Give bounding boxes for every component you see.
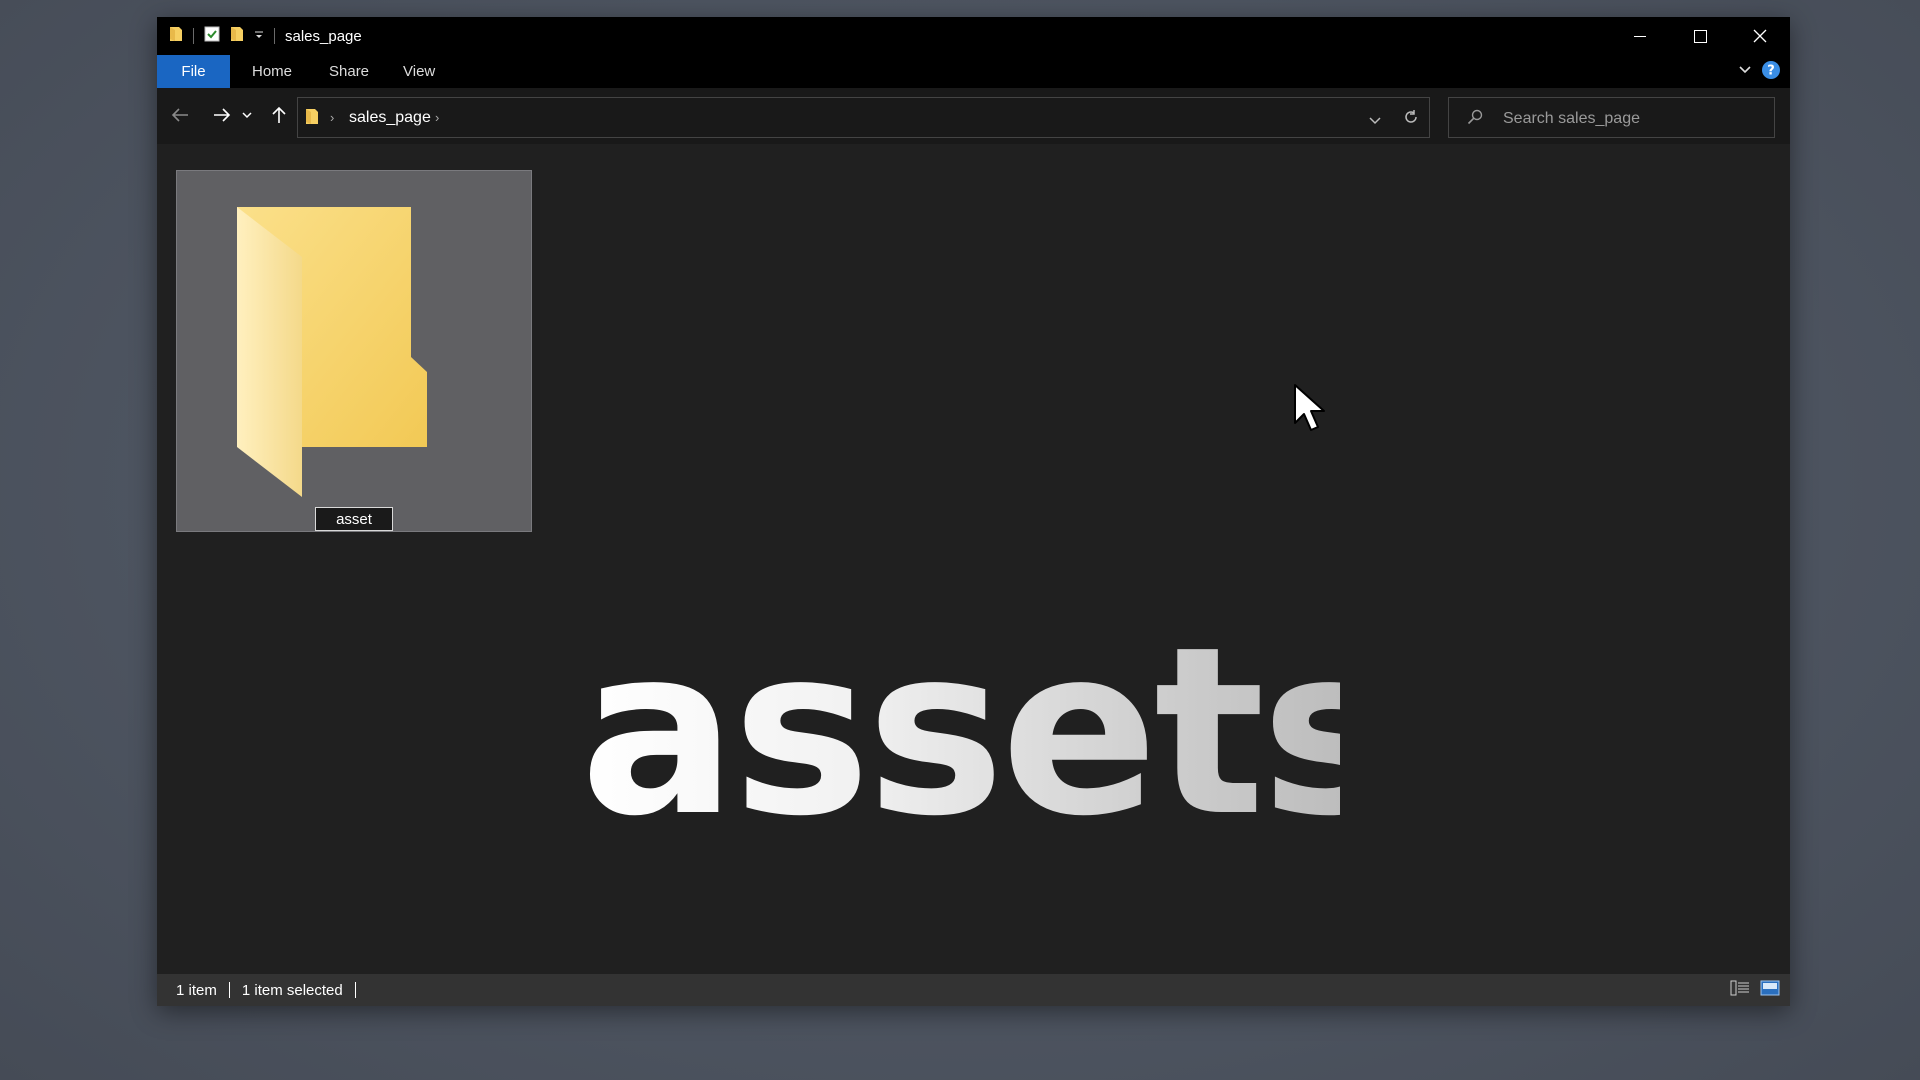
recent-locations-icon[interactable]	[240, 103, 254, 127]
breadcrumb-chevron-icon[interactable]: ›	[435, 98, 439, 137]
svg-text:?: ?	[1767, 64, 1775, 79]
search-box[interactable]	[1448, 97, 1775, 139]
folder-icon	[169, 26, 183, 47]
view-switcher	[1730, 980, 1780, 1000]
minimize-button[interactable]	[1610, 17, 1670, 55]
ribbon-tabs: File Home Share View ?	[157, 55, 1790, 88]
breadcrumb[interactable]: sales_page	[349, 98, 431, 137]
quick-access-toolbar: sales_page	[157, 17, 362, 55]
search-icon	[1467, 109, 1483, 130]
maximize-button[interactable]	[1670, 17, 1730, 55]
search-input[interactable]	[1501, 98, 1765, 139]
folder-icon	[305, 108, 319, 130]
window-controls	[1610, 17, 1790, 55]
separator	[193, 28, 194, 44]
mouse-pointer-icon	[1293, 383, 1327, 438]
status-bar: 1 item 1 item selected	[157, 974, 1790, 1006]
large-icons-view-icon[interactable]	[1760, 980, 1780, 1000]
address-history-dropdown-icon[interactable]	[1369, 112, 1381, 130]
selection-count: 1 item selected	[241, 981, 343, 999]
forward-button[interactable]	[210, 103, 234, 127]
overlay-caption: assets	[580, 597, 1399, 867]
status-separator	[228, 982, 230, 998]
ribbon-right-controls: ?	[1738, 61, 1780, 84]
title-bar: sales_page	[157, 17, 1790, 55]
item-count: 1 item	[176, 981, 217, 999]
file-explorer-window: sales_page File Home Share View ? › sale…	[157, 17, 1790, 1006]
tab-share[interactable]: Share	[309, 55, 389, 88]
navigation-bar: › sales_page ›	[157, 88, 1790, 144]
help-icon[interactable]: ?	[1762, 61, 1780, 84]
close-button[interactable]	[1730, 17, 1790, 55]
back-button[interactable]	[168, 103, 192, 127]
separator	[274, 28, 275, 44]
status-separator	[354, 982, 356, 998]
customize-dropdown-icon[interactable]	[254, 27, 264, 45]
tab-home[interactable]: Home	[232, 55, 312, 88]
rename-field[interactable]	[315, 507, 393, 531]
refresh-icon[interactable]	[1403, 109, 1419, 130]
details-view-icon[interactable]	[1730, 980, 1750, 1000]
breadcrumb-chevron-icon: ›	[330, 110, 335, 125]
address-bar[interactable]: › sales_page ›	[297, 97, 1430, 138]
properties-icon[interactable]	[204, 26, 220, 47]
window-title: sales_page	[285, 27, 362, 45]
new-folder-icon[interactable]	[230, 26, 244, 47]
folder-icon	[237, 207, 437, 502]
expand-ribbon-icon[interactable]	[1738, 63, 1752, 82]
folder-item[interactable]	[176, 170, 532, 532]
tab-view[interactable]: View	[383, 55, 455, 88]
up-button[interactable]	[267, 103, 291, 127]
tab-file[interactable]: File	[157, 55, 230, 88]
file-list-pane[interactable]: assets	[157, 144, 1790, 991]
